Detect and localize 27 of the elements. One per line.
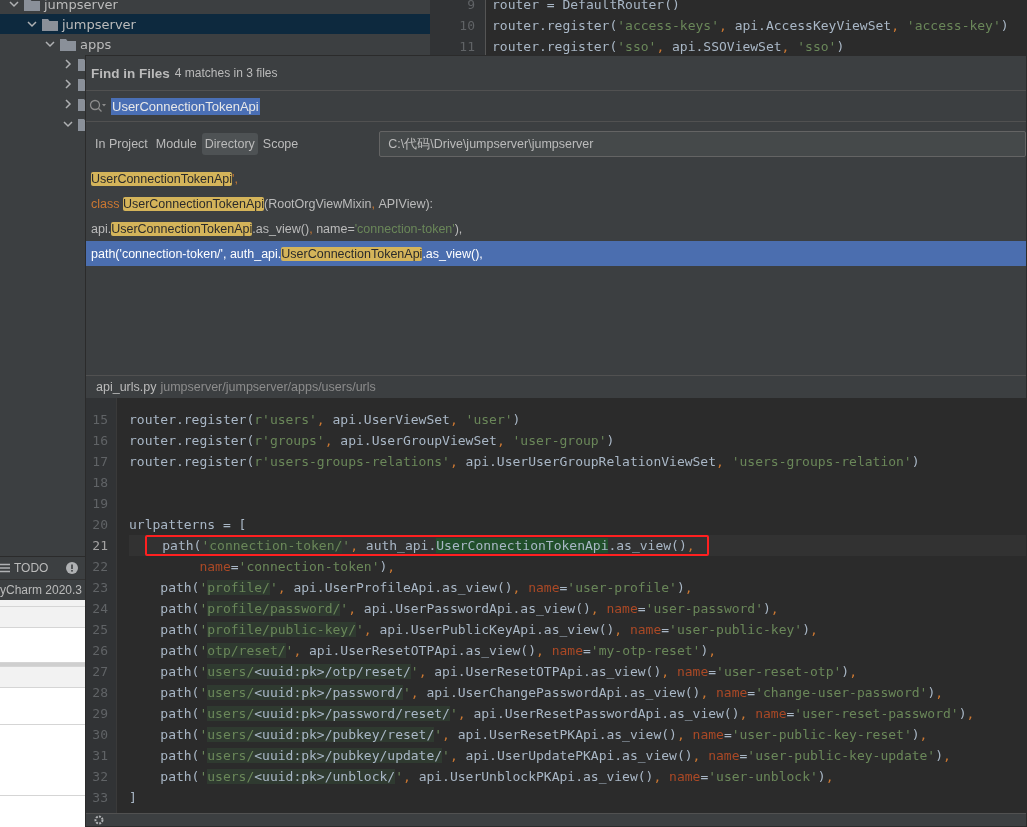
code-line: path('users/<uuid:pk>/pubkey/reset/', api.UserResetPKApi.as_view(), name='user-public-key-reset'), (159, 726, 929, 744)
code-line: path('users/<uuid:pk>/pubkey/update/', api.UserUpdatePKApi.as_view(), name='user-public-key-update'), (159, 747, 952, 765)
code-line: router.register('access-keys', api.AccessKeyViewSet, 'access-key') (492, 17, 1010, 35)
popup-title: Find in Files (91, 65, 170, 81)
code-line: path('profile/', api.UserProfileApi.as_view(), name='user-profile'), (159, 579, 694, 597)
match-summary: 4 matches in 3 files (174, 66, 278, 80)
code-line: router.register(r'users', api.UserViewSet, 'user') (129, 411, 522, 429)
preview-file-path: jumpserver/jumpserver/apps/users/urls (160, 380, 376, 394)
tree-item-label: apps (80, 36, 112, 52)
preview-file-name: api_urls.py (96, 380, 157, 394)
code-line: path('users/<uuid:pk>/password/', api.UserChangePasswordApi.as_view(), name='change-user-password'), (159, 684, 945, 702)
code-line: router.register(r'users-groups-relations', api.UserUserGroupRelationViewSet, 'users-groups-relation') (129, 453, 921, 471)
code-line: path('profile/password/', api.UserPasswordApi.as_view(), name='user-password'), (159, 600, 780, 618)
code-line: path('users/<uuid:pk>/otp/reset/', api.UserResetOTPApi.as_view(), name='user-reset-otp'), (159, 663, 858, 681)
highlight-box: path('connection-token/', auth_api.UserConnectionTokenApi.as_view(), (144, 535, 709, 556)
code-line: router.register(r'groups', api.UserGroupViewSet, 'user-group') (129, 432, 616, 450)
code-line: router.register('sso', api.SSOViewSet, 'sso') (492, 38, 846, 56)
tree-item-label: jumpserver (62, 16, 136, 32)
code-line: path('users/<uuid:pk>/unblock/', api.UserUnblockPKApi.as_view(), name='user-unblock'), (159, 768, 835, 786)
code-line: urlpatterns = [ (129, 516, 248, 534)
code-line: path('otp/reset/', api.UserResetOTPApi.as_view(), name='my-otp-reset'), (159, 642, 718, 660)
code-line: name='connection-token'), (198, 558, 397, 576)
code-line: ] (129, 789, 138, 807)
status-text: yCharm 2020.3 (0, 583, 83, 597)
code-line: path('profile/public-key/', api.UserPublicKeyApi.as_view(), name='user-public-key'), (159, 621, 819, 639)
code-line: path('users/<uuid:pk>/password/reset/', api.UserResetPasswordApi.as_view(), name='user-reset-password'), (159, 705, 976, 723)
line-number: 21 (91, 537, 109, 555)
